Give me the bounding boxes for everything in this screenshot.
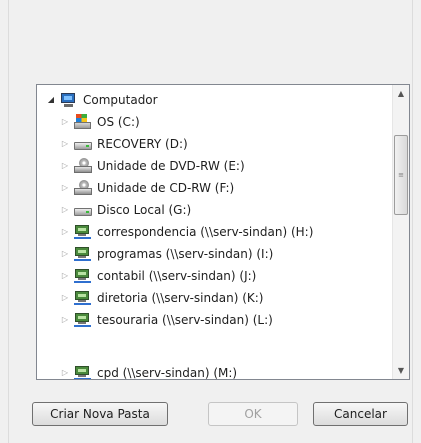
expand-arrow-icon[interactable]: ▷ (60, 249, 70, 259)
tree-item-correspondencia-h[interactable]: ▷ correspondencia (\\serv-sindan) (H:) (60, 221, 313, 243)
tree-item-cpd-m[interactable]: ▷ cpd (\\serv-sindan) (M:) (60, 362, 238, 380)
tree-item-label: cpd (\\serv-sindan) (M:) (97, 366, 238, 380)
expand-arrow-icon[interactable]: ▷ (60, 205, 70, 215)
tree-item-label: correspondencia (\\serv-sindan) (H:) (97, 225, 314, 239)
expand-arrow-icon[interactable]: ▷ (60, 271, 70, 281)
scroll-down-arrow-icon[interactable]: ▼ (393, 362, 409, 379)
tree-item-tesouraria-l[interactable]: ▷ tesouraria (\\serv-sindan) (L:) (60, 309, 273, 331)
tree-item-label: Disco Local (G:) (97, 203, 192, 217)
dvd-drive-icon (73, 158, 93, 174)
network-drive-icon (73, 246, 93, 262)
tree-item-programas-i[interactable]: ▷ programas (\\serv-sindan) (I:) (60, 243, 273, 265)
tree-item-label: tesouraria (\\serv-sindan) (L:) (97, 313, 273, 327)
os-drive-icon (73, 114, 93, 130)
cancel-button[interactable]: Cancelar (313, 402, 408, 426)
drive-icon (73, 136, 93, 152)
scroll-up-arrow-icon[interactable]: ▲ (393, 85, 409, 102)
expand-arrow-icon[interactable]: ▷ (60, 368, 70, 378)
tree-item-disco-local-g[interactable]: ▷ Disco Local (G:) (60, 199, 191, 221)
drive-icon (73, 202, 93, 218)
tree-item-label: RECOVERY (D:) (97, 137, 188, 151)
tree-item-label: contabil (\\serv-sindan) (J:) (97, 269, 257, 283)
tree-item-label: Computador (83, 93, 158, 107)
computer-icon (59, 92, 79, 108)
expand-arrow-icon[interactable]: ▷ (60, 183, 70, 193)
expand-arrow-icon[interactable]: ▷ (60, 293, 70, 303)
tree-item-label: programas (\\serv-sindan) (I:) (97, 247, 274, 261)
tree-item-diretoria-k[interactable]: ▷ diretoria (\\serv-sindan) (K:) (60, 287, 263, 309)
tree-item-dvd-e[interactable]: ▷ Unidade de DVD-RW (E:) (60, 155, 245, 177)
tree-item-computador[interactable]: ◢ Computador (46, 89, 158, 111)
tree-item-label: OS (C:) (97, 115, 140, 129)
tree-item-os-c[interactable]: ▷ OS (C:) (60, 111, 140, 133)
tree-item-label: Unidade de DVD-RW (E:) (97, 159, 245, 173)
tree-item-label: Unidade de CD-RW (F:) (97, 181, 235, 195)
browse-folder-dialog: ◢ Computador ▷ OS (C:) ▷ RECOVERY (D:) ▷… (0, 0, 421, 443)
expand-arrow-icon[interactable]: ▷ (60, 227, 70, 237)
expand-arrow-icon[interactable]: ▷ (60, 139, 70, 149)
collapse-arrow-icon[interactable]: ◢ (46, 95, 56, 105)
network-drive-icon (73, 224, 93, 240)
network-drive-icon (73, 312, 93, 328)
cd-drive-icon (73, 180, 93, 196)
tree-item-contabil-j[interactable]: ▷ contabil (\\serv-sindan) (J:) (60, 265, 256, 287)
folder-tree[interactable]: ◢ Computador ▷ OS (C:) ▷ RECOVERY (D:) ▷… (36, 84, 410, 380)
scrollbar-thumb[interactable]: ≡ (394, 135, 408, 215)
expand-arrow-icon[interactable]: ▷ (60, 117, 70, 127)
network-drive-icon (73, 268, 93, 284)
network-drive-icon (73, 290, 93, 306)
vertical-scrollbar[interactable]: ▲ ≡ ▼ (392, 85, 409, 379)
expand-arrow-icon[interactable]: ▷ (60, 315, 70, 325)
tree-item-cd-f[interactable]: ▷ Unidade de CD-RW (F:) (60, 177, 234, 199)
ok-button[interactable]: OK (208, 402, 298, 426)
tree-item-label: diretoria (\\serv-sindan) (K:) (97, 291, 264, 305)
new-folder-button[interactable]: Criar Nova Pasta (32, 402, 168, 426)
network-drive-icon (73, 365, 93, 379)
tree-item-recovery-d[interactable]: ▷ RECOVERY (D:) (60, 133, 188, 155)
expand-arrow-icon[interactable]: ▷ (60, 161, 70, 171)
